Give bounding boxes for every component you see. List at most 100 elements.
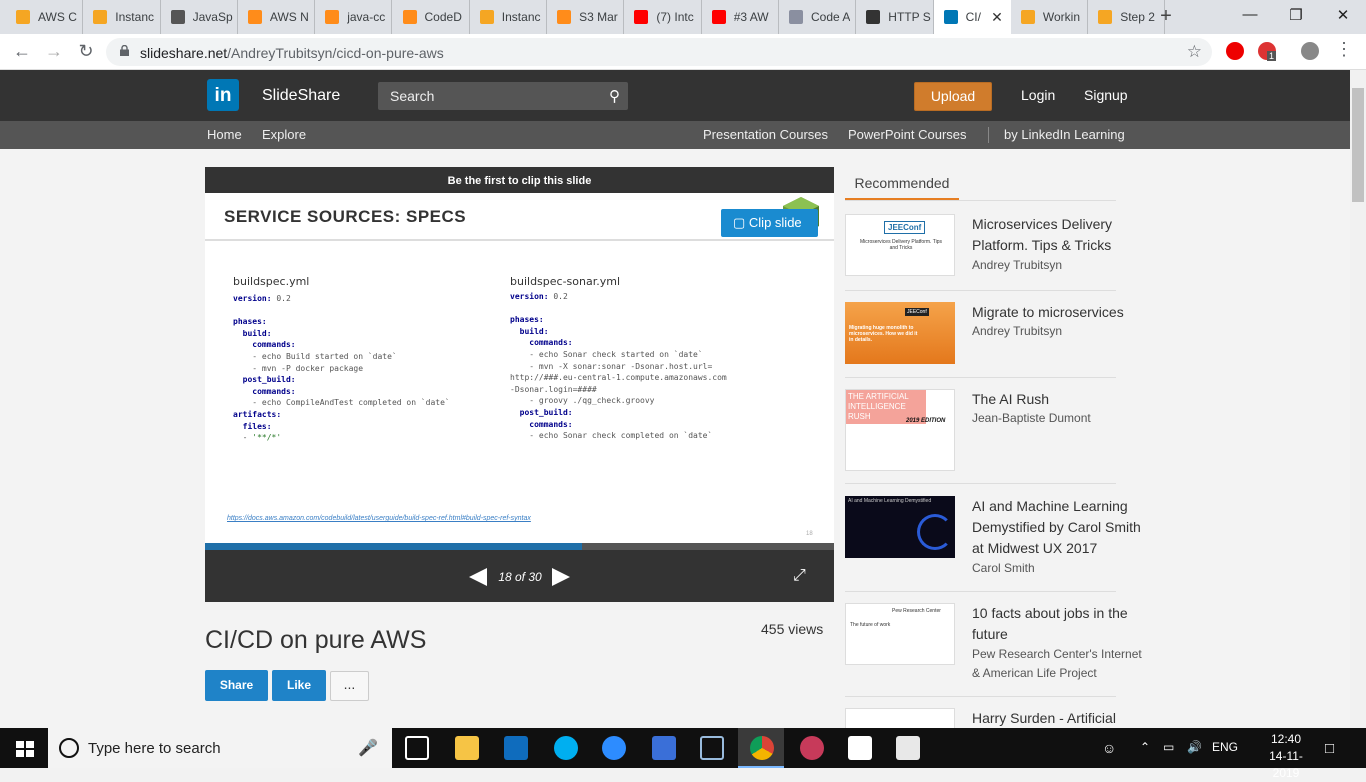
tab-title: AWS C (38, 10, 77, 24)
recommended-author[interactable]: Andrey Trubitsyn (972, 256, 1147, 275)
new-tab-button[interactable]: + (1156, 5, 1176, 28)
browser-tab[interactable]: java-cc (315, 0, 393, 34)
show-hidden-icons-icon[interactable]: ⌃ (1140, 740, 1150, 754)
recommended-divider (845, 200, 1116, 201)
next-slide-icon[interactable] (552, 568, 570, 586)
reload-icon[interactable]: ↻ (76, 41, 96, 62)
network-app-icon[interactable] (652, 736, 676, 760)
bookmark-star-icon[interactable]: ☆ (1187, 42, 1202, 62)
zoom-icon[interactable] (602, 736, 626, 760)
menu-kebab-icon[interactable]: ⋮ (1334, 39, 1354, 60)
browser-tab[interactable]: Instanc (83, 0, 161, 34)
profile-avatar[interactable] (1301, 42, 1319, 60)
nav-powerpoint-courses[interactable]: PowerPoint Courses (848, 127, 967, 142)
file-explorer-icon[interactable] (455, 736, 479, 760)
extension-opera-icon[interactable] (1226, 42, 1244, 60)
recommended-thumbnail[interactable]: JEEConf Migrating huge monolith to micro… (845, 302, 955, 364)
tab-close-icon[interactable]: ✕ (991, 9, 1003, 26)
tab-recommended[interactable]: Recommended (845, 168, 959, 201)
browser-tab[interactable]: S3 Mar (547, 0, 625, 34)
recommended-author[interactable]: Jean-Baptiste Dumont (972, 409, 1147, 428)
recommended-author[interactable]: Carol Smith (972, 559, 1147, 578)
browser-tab[interactable]: HTTP S (856, 0, 934, 34)
terminal-app-icon[interactable] (700, 736, 724, 760)
slide-doc-link[interactable]: https://docs.aws.amazon.com/codebuild/la… (227, 515, 531, 522)
nav-home[interactable]: Home (207, 127, 242, 142)
slide-progress-bar[interactable] (205, 543, 834, 550)
recommended-title[interactable]: The AI Rush (972, 389, 1147, 410)
recommended-author[interactable]: Andrey Trubitsyn (972, 322, 1147, 341)
back-icon[interactable]: ← (12, 41, 32, 62)
browser-tab[interactable]: #3 AW (702, 0, 779, 34)
thumb-circle-icon (917, 514, 953, 550)
browser-tab[interactable]: AWS C (6, 0, 84, 34)
people-icon[interactable]: ☺ (1102, 740, 1116, 756)
recommended-title[interactable]: 10 facts about jobs in the future (972, 603, 1147, 645)
paint-app-icon[interactable] (800, 736, 824, 760)
recommended-author[interactable]: Pew Research Center's Internet & America… (972, 645, 1147, 683)
address-bar[interactable]: slideshare.net/AndreyTrubitsyn/cicd-on-p… (106, 38, 1212, 66)
java-icon[interactable] (896, 736, 920, 760)
previous-slide-icon[interactable] (469, 568, 487, 586)
taskbar-search-box[interactable]: Type here to search 🎤 (48, 728, 392, 768)
outlook-icon[interactable] (504, 736, 528, 760)
recommended-title[interactable]: Migrate to microservices (972, 302, 1147, 323)
nav-explore[interactable]: Explore (262, 127, 306, 142)
tab-favicon-icon (325, 10, 340, 24)
forward-icon[interactable]: → (44, 41, 64, 62)
battery-icon[interactable]: ▭ (1163, 740, 1174, 754)
recommended-thumbnail[interactable]: JEEConf Microservices Delivery Platform.… (845, 214, 955, 276)
recommended-title[interactable]: AI and Machine Learning Demystified by C… (972, 496, 1147, 559)
recommended-thumbnail[interactable]: Pew Research Center The future of work (845, 603, 955, 665)
linkedin-logo[interactable]: in (207, 79, 239, 111)
search-input[interactable]: Search ⚲ (378, 82, 628, 110)
slide-player: Be the first to clip this slide SERVICE … (205, 167, 834, 602)
browser-tab[interactable]: Workin (1011, 0, 1089, 34)
minimize-button[interactable]: — (1240, 6, 1260, 23)
like-button[interactable]: Like (272, 670, 326, 701)
browser-tab[interactable]: Instanc (470, 0, 548, 34)
browser-tab[interactable]: Step 2 (1088, 0, 1166, 34)
browser-tab[interactable]: JavaSp (161, 0, 238, 34)
clip-slide-button[interactable]: ▢ Clip slide (721, 209, 818, 237)
recommended-title[interactable]: Harry Surden - Artificial (972, 708, 1147, 728)
slide-view[interactable]: SERVICE SOURCES: SPECS ▢ Clip slide buil… (205, 193, 834, 543)
recommended-title[interactable]: Microservices Delivery Platform. Tips & … (972, 214, 1147, 256)
signup-link[interactable]: Signup (1084, 87, 1128, 103)
nav-linkedin-learning[interactable]: by LinkedIn Learning (1004, 127, 1125, 142)
language-indicator[interactable]: ENG (1212, 740, 1238, 754)
system-clock[interactable]: 12:40 14-11-2019 (1258, 731, 1314, 782)
chrome-icon[interactable] (750, 736, 774, 760)
more-button[interactable]: ... (330, 671, 369, 701)
browser-tab[interactable]: AWS N (238, 0, 316, 34)
upload-button[interactable]: Upload (914, 82, 992, 111)
skype-icon[interactable] (554, 736, 578, 760)
close-window-button[interactable]: ✕ (1333, 6, 1353, 24)
nav-presentation-courses[interactable]: Presentation Courses (703, 127, 828, 142)
recommended-thumbnail[interactable] (845, 708, 955, 728)
maximize-button[interactable]: ❐ (1286, 6, 1306, 24)
microphone-icon[interactable]: 🎤 (358, 738, 378, 758)
volume-icon[interactable]: 🔊 (1187, 740, 1202, 754)
brand-name[interactable]: SlideShare (262, 87, 340, 105)
browser-tab[interactable]: CodeD (393, 0, 470, 34)
share-button[interactable]: Share (205, 670, 268, 701)
fullscreen-icon[interactable]: ⤢ (793, 567, 806, 585)
tab-title: JavaSp (192, 10, 233, 24)
clock-time: 12:40 (1270, 732, 1302, 746)
login-link[interactable]: Login (1021, 87, 1055, 103)
tab-active[interactable]: CI/ ✕ (933, 0, 1011, 34)
recommended-thumbnail[interactable]: AI and Machine Learning Demystified (845, 496, 955, 558)
task-view-icon[interactable] (405, 736, 429, 760)
recommended-thumbnail[interactable]: THE ARTIFICIAL INTELLIGENCE RUSH 2019 ED… (845, 389, 955, 471)
browser-tab[interactable]: Code A (779, 0, 857, 34)
scrollbar-thumb[interactable] (1352, 88, 1364, 202)
search-icon[interactable]: ⚲ (609, 87, 620, 105)
notifications-icon[interactable]: □ (1325, 740, 1334, 757)
extension-badge-icon[interactable]: 1 (1258, 42, 1277, 61)
sticky-notes-icon[interactable] (848, 736, 872, 760)
windows-start-icon[interactable] (16, 741, 34, 757)
browser-tab[interactable]: (7) Intc (624, 0, 702, 34)
extension-badge-count: 1 (1267, 51, 1277, 61)
presentation-title: CI/CD on pure AWS (205, 626, 427, 654)
